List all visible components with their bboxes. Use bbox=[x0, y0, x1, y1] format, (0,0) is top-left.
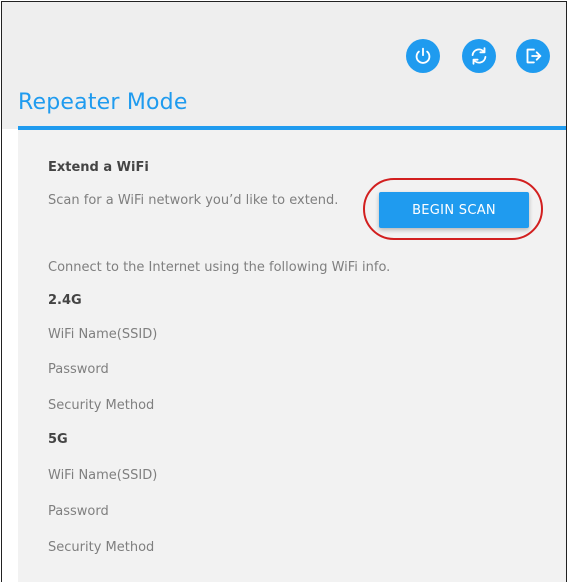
band-5g-ssid-label: WiFi Name(SSID) bbox=[48, 468, 158, 483]
refresh-icon[interactable] bbox=[462, 39, 496, 73]
power-icon[interactable] bbox=[406, 39, 440, 73]
band-24g-password-label: Password bbox=[48, 362, 109, 377]
highlight-annotation bbox=[363, 178, 543, 240]
app-window: Repeater Mode Extend a WiFi Scan for a W… bbox=[1, 1, 567, 582]
band-24g-security-label: Security Method bbox=[48, 398, 155, 413]
band-5g-label: 5G bbox=[48, 432, 68, 447]
band-5g-security-label: Security Method bbox=[48, 540, 155, 555]
connect-info-text: Connect to the Internet using the follow… bbox=[48, 260, 391, 275]
band-24g-label: 2.4G bbox=[48, 293, 82, 308]
band-5g-password-label: Password bbox=[48, 504, 109, 519]
scan-description: Scan for a WiFi network you’d like to ex… bbox=[48, 193, 339, 208]
page-title: Repeater Mode bbox=[18, 90, 188, 115]
band-24g-ssid-label: WiFi Name(SSID) bbox=[48, 327, 158, 342]
logout-icon[interactable] bbox=[516, 39, 550, 73]
extend-wifi-heading: Extend a WiFi bbox=[48, 160, 149, 175]
